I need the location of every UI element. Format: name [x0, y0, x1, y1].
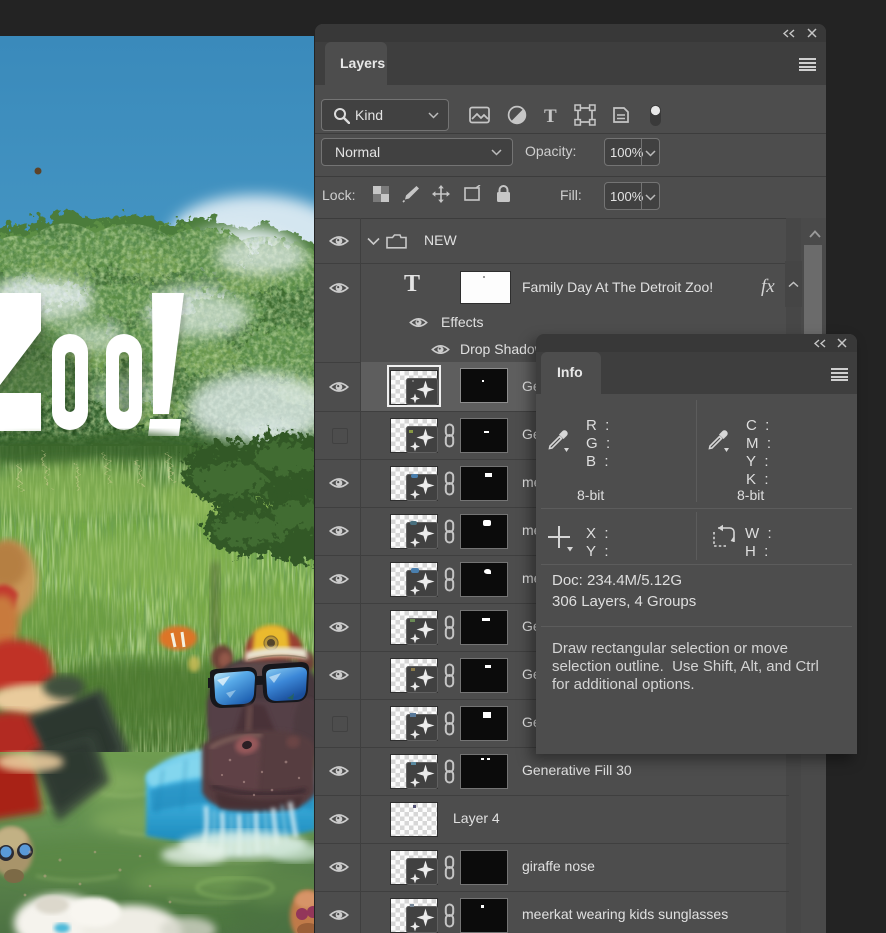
svg-text:T: T — [544, 106, 557, 127]
